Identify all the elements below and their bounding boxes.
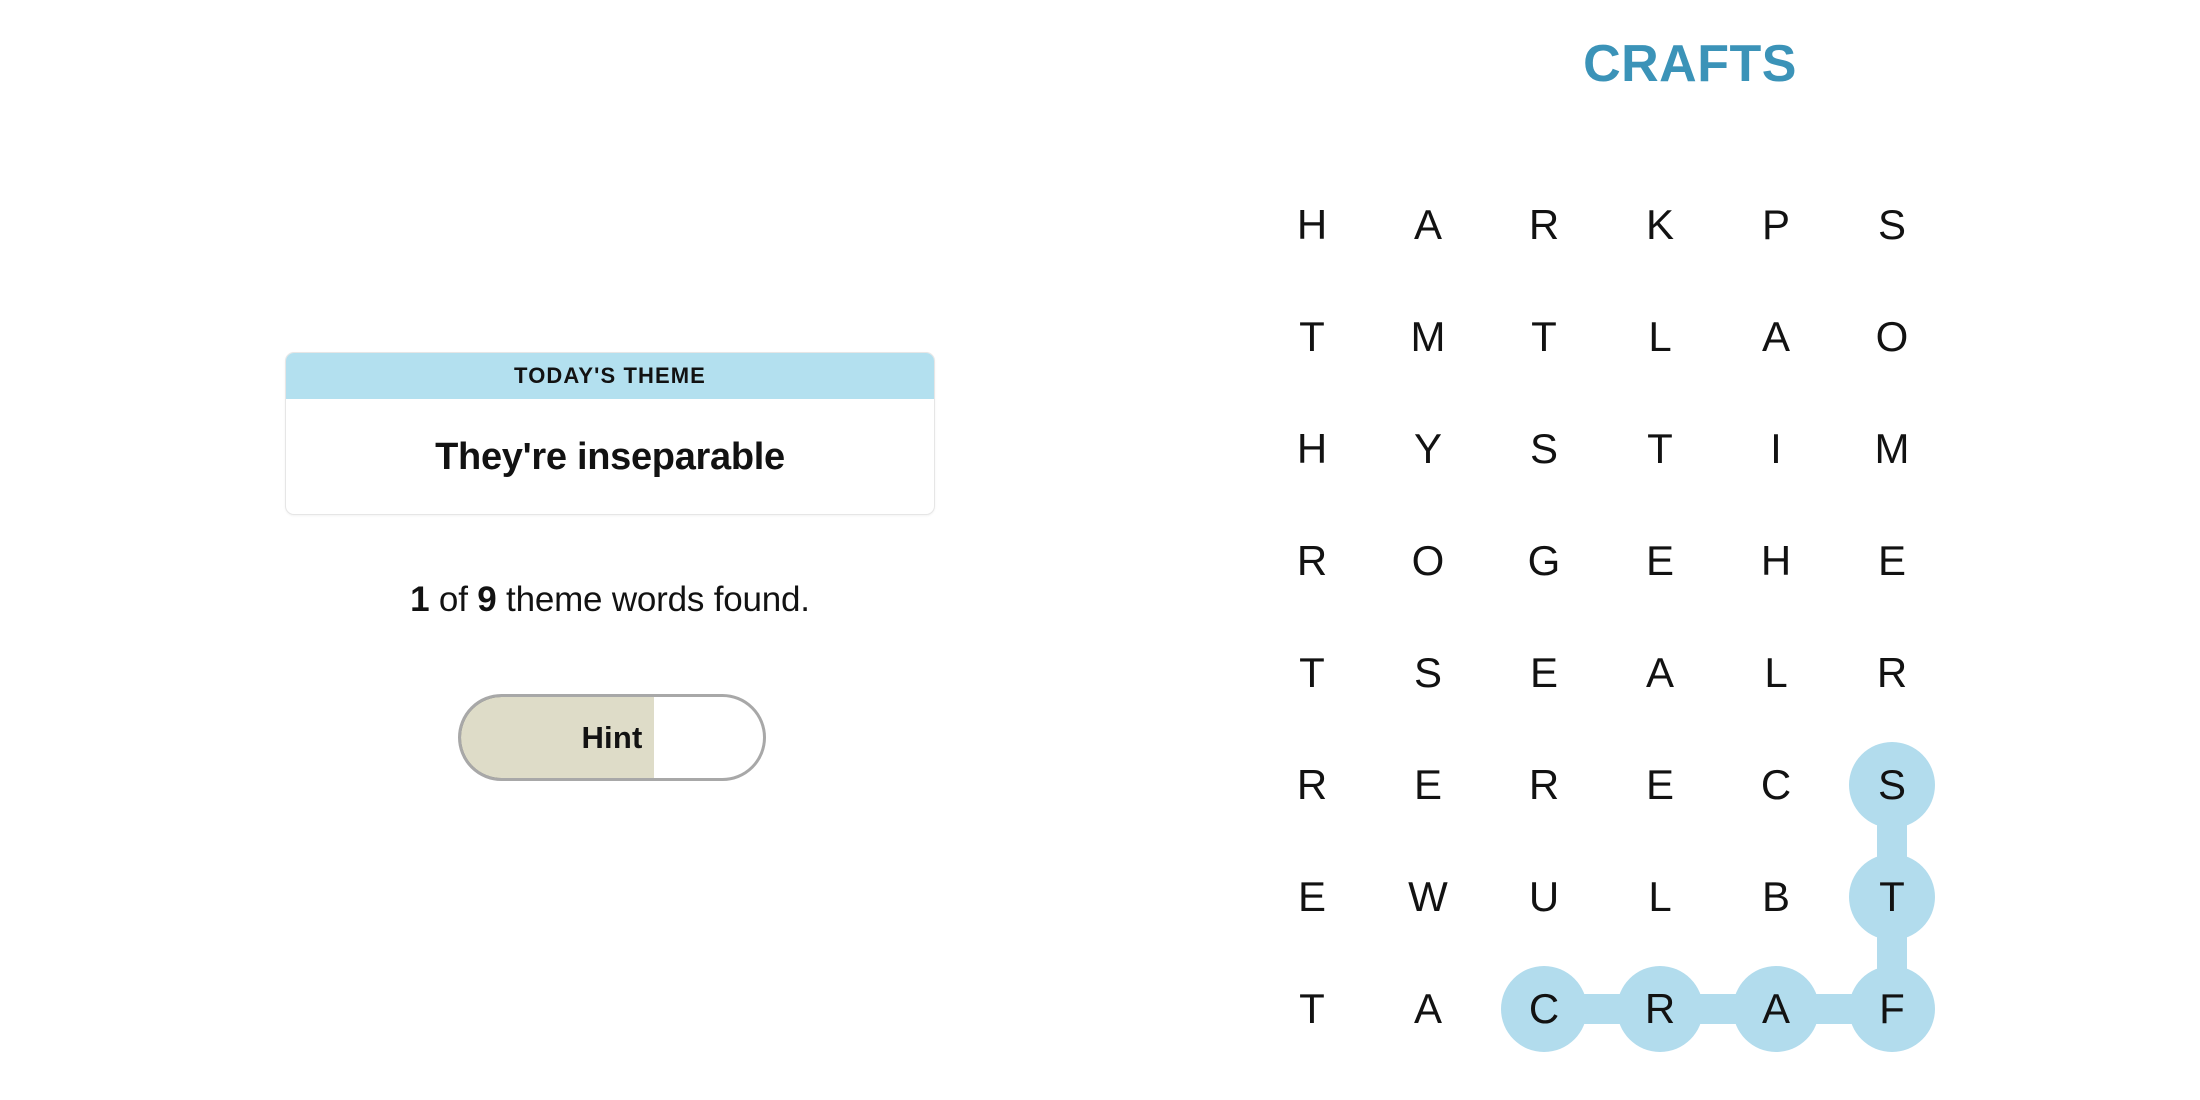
grid-cell-letter[interactable]: E bbox=[1269, 854, 1355, 940]
grid-cell-letter[interactable]: O bbox=[1849, 294, 1935, 380]
theme-clue-text: They're inseparable bbox=[435, 435, 785, 478]
grid-cell-letter[interactable]: K bbox=[1617, 182, 1703, 268]
grid-cell-letter[interactable]: C bbox=[1501, 966, 1587, 1052]
grid-cell-letter[interactable]: S bbox=[1501, 406, 1587, 492]
grid-cell-letter[interactable]: E bbox=[1501, 630, 1587, 716]
grid-cell-letter[interactable]: W bbox=[1385, 854, 1471, 940]
grid-cell-letter[interactable]: H bbox=[1269, 182, 1355, 268]
grid-cell-letter[interactable]: E bbox=[1849, 518, 1935, 604]
grid-cell-letter[interactable]: Y bbox=[1385, 406, 1471, 492]
grid-cell-letter[interactable]: I bbox=[1733, 406, 1819, 492]
grid-cell-letter[interactable]: R bbox=[1501, 182, 1587, 268]
grid-cell-letter[interactable]: M bbox=[1385, 294, 1471, 380]
todays-theme-card: TODAY'S THEME They're inseparable bbox=[285, 352, 935, 515]
grid-cell-letter[interactable]: L bbox=[1617, 854, 1703, 940]
grid-cell-letter[interactable]: E bbox=[1617, 742, 1703, 828]
page-title: CRAFTS bbox=[1583, 35, 1797, 93]
grid-cell-letter[interactable]: R bbox=[1269, 518, 1355, 604]
theme-words-progress: 1 of 9 theme words found. bbox=[285, 580, 935, 620]
grid-cell-letter[interactable]: R bbox=[1617, 966, 1703, 1052]
grid-cell-letter[interactable]: S bbox=[1849, 742, 1935, 828]
hint-button-label: Hint bbox=[581, 719, 643, 755]
progress-middle-text: of bbox=[429, 580, 478, 619]
grid-cell-letter[interactable]: R bbox=[1501, 742, 1587, 828]
grid-cell-letter[interactable]: O bbox=[1385, 518, 1471, 604]
grid-cell-letter[interactable]: F bbox=[1849, 966, 1935, 1052]
grid-cell-letter[interactable]: A bbox=[1385, 966, 1471, 1052]
grid-cell-letter[interactable]: S bbox=[1385, 630, 1471, 716]
grid-cell-letter[interactable]: T bbox=[1501, 294, 1587, 380]
grid-cell-letter[interactable]: T bbox=[1849, 854, 1935, 940]
grid-cell-letter[interactable]: T bbox=[1269, 630, 1355, 716]
board-panel: CRAFTS HARKPSTMTLAOHYSTIMROGEHETSEALRRER… bbox=[1180, 0, 2200, 1100]
left-panel: TODAY'S THEME They're inseparable 1 of 9… bbox=[0, 0, 1180, 1100]
grid-cell-letter[interactable]: R bbox=[1849, 630, 1935, 716]
grid-cell-letter[interactable]: C bbox=[1733, 742, 1819, 828]
theme-card-body: They're inseparable bbox=[286, 399, 934, 514]
theme-card-header: TODAY'S THEME bbox=[286, 353, 934, 399]
grid-cell-letter[interactable]: E bbox=[1385, 742, 1471, 828]
grid-cell-letter[interactable]: G bbox=[1501, 518, 1587, 604]
strands-game: TODAY'S THEME They're inseparable 1 of 9… bbox=[0, 0, 2200, 1100]
grid-cell-letter[interactable]: L bbox=[1617, 294, 1703, 380]
letter-grid: HARKPSTMTLAOHYSTIMROGEHETSEALRRERECSEWUL… bbox=[1255, 170, 1955, 1070]
grid-cell-letter[interactable]: B bbox=[1733, 854, 1819, 940]
grid-cell-letter[interactable]: T bbox=[1617, 406, 1703, 492]
grid-cell-letter[interactable]: R bbox=[1269, 742, 1355, 828]
total-count: 9 bbox=[477, 580, 497, 619]
grid-cell-letter[interactable]: S bbox=[1849, 182, 1935, 268]
letter-grid-cells: HARKPSTMTLAOHYSTIMROGEHETSEALRRERECSEWUL… bbox=[1255, 170, 1955, 1070]
grid-cell-letter[interactable]: T bbox=[1269, 294, 1355, 380]
hint-button[interactable]: Hint bbox=[458, 694, 766, 781]
found-count: 1 bbox=[410, 580, 430, 619]
progress-suffix-text: theme words found. bbox=[496, 580, 810, 619]
grid-cell-letter[interactable]: H bbox=[1733, 518, 1819, 604]
grid-cell-letter[interactable]: A bbox=[1385, 182, 1471, 268]
grid-cell-letter[interactable]: L bbox=[1733, 630, 1819, 716]
grid-cell-letter[interactable]: T bbox=[1269, 966, 1355, 1052]
grid-cell-letter[interactable]: A bbox=[1617, 630, 1703, 716]
grid-cell-letter[interactable]: U bbox=[1501, 854, 1587, 940]
grid-cell-letter[interactable]: M bbox=[1849, 406, 1935, 492]
grid-cell-letter[interactable]: A bbox=[1733, 294, 1819, 380]
grid-cell-letter[interactable]: H bbox=[1269, 406, 1355, 492]
grid-cell-letter[interactable]: A bbox=[1733, 966, 1819, 1052]
grid-cell-letter[interactable]: E bbox=[1617, 518, 1703, 604]
grid-cell-letter[interactable]: P bbox=[1733, 182, 1819, 268]
